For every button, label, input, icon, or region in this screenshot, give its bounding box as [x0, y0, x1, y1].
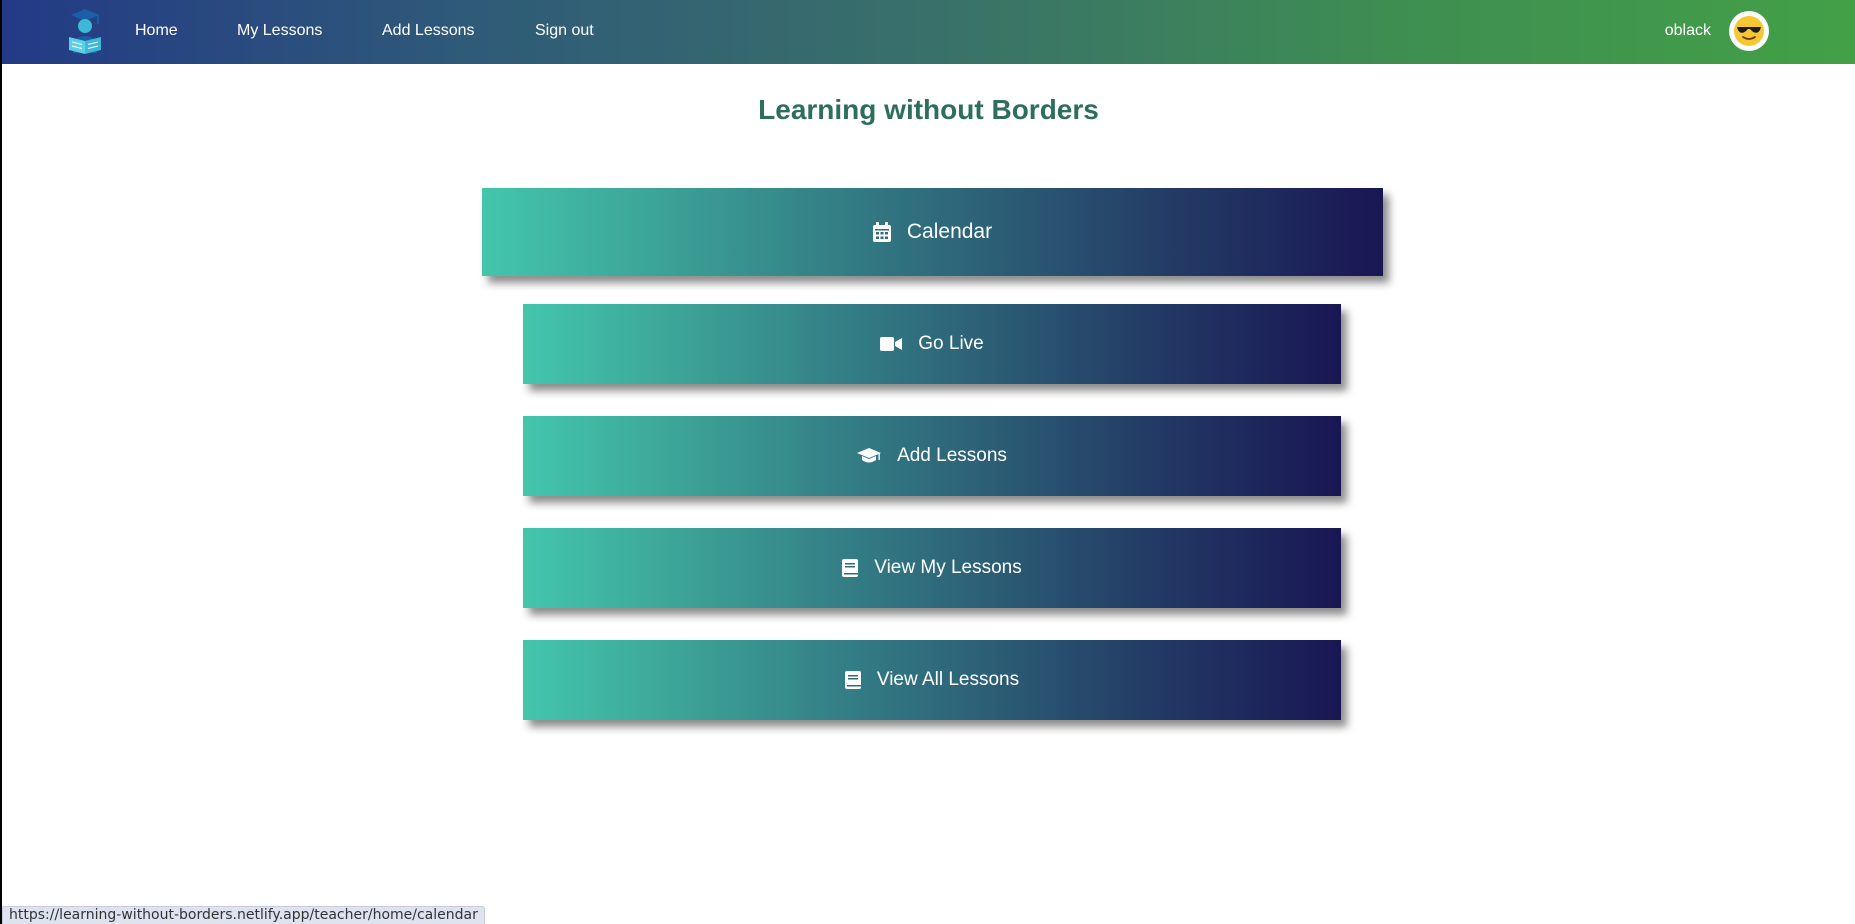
sunglasses-emoji-icon — [1734, 16, 1764, 46]
view-all-lessons-button[interactable]: View All Lessons — [523, 640, 1341, 720]
go-live-button-label: Go Live — [918, 333, 984, 354]
graduate-reading-icon[interactable] — [65, 7, 105, 55]
graduation-cap-icon — [857, 448, 882, 464]
nav-link-sign-out[interactable]: Sign out — [535, 0, 594, 64]
add-lessons-button[interactable]: Add Lessons — [523, 416, 1341, 496]
nav-link-home[interactable]: Home — [135, 0, 178, 64]
avatar[interactable] — [1729, 11, 1769, 51]
book-icon — [842, 559, 859, 577]
username: oblack — [1664, 22, 1711, 39]
nav-link-my-lessons[interactable]: My Lessons — [237, 0, 322, 64]
view-my-lessons-button-label: View My Lessons — [874, 557, 1022, 578]
calendar-button[interactable]: Calendar — [482, 188, 1383, 276]
go-live-button[interactable]: Go Live — [523, 304, 1341, 384]
video-camera-icon — [880, 337, 903, 351]
book-icon — [844, 671, 861, 689]
view-all-lessons-button-label: View All Lessons — [876, 669, 1020, 690]
page-title: Learning without Borders — [758, 94, 1099, 125]
app-window: Home My Lessons Add Lessons Sign out obl… — [0, 0, 1855, 924]
calendar-button-label: Calendar — [906, 220, 993, 243]
calendar-icon — [872, 222, 891, 242]
nav-link-add-lessons[interactable]: Add Lessons — [382, 0, 475, 64]
status-bar-url: https://learning-without-borders.netlify… — [2, 906, 485, 924]
top-navbar: Home My Lessons Add Lessons Sign out obl… — [2, 0, 1855, 64]
view-my-lessons-button[interactable]: View My Lessons — [523, 528, 1341, 608]
add-lessons-button-label: Add Lessons — [897, 445, 1007, 466]
